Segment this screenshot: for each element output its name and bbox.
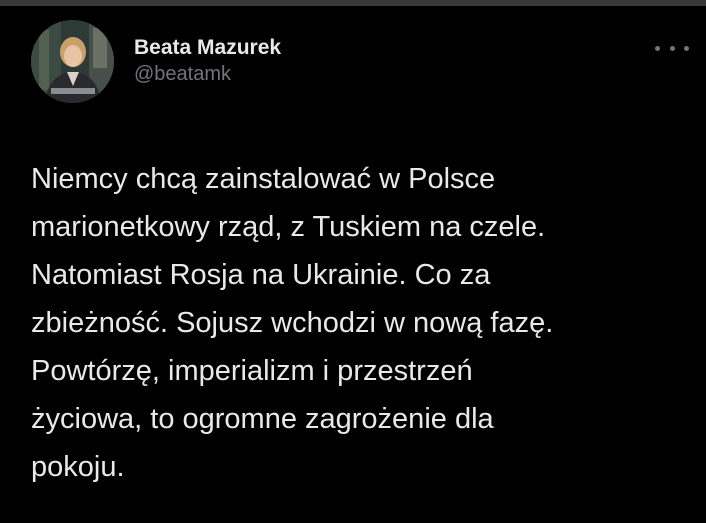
tweet-text-line: Niemcy chcą zainstalować w Polsce — [31, 163, 496, 195]
tweet-text-line: życiowa, to ogromne zagrożenie dla — [31, 403, 494, 435]
author-handle[interactable]: @beatamk — [134, 61, 281, 87]
more-options-icon[interactable] — [655, 40, 689, 56]
tweet-text: Niemcy chcą zainstalować w Polsce marion… — [31, 155, 691, 491]
more-dot — [684, 45, 689, 51]
tweet-text-line: Natomiast Rosja na Ukrainie. Co za — [31, 259, 491, 291]
tweet-card: Beata Mazurek @beatamk Niemcy chcą zains… — [0, 6, 706, 523]
avatar[interactable] — [31, 20, 114, 103]
tweet-text-line: pokoju. — [31, 451, 125, 483]
profile-photo-icon — [31, 20, 114, 103]
more-dot — [669, 45, 675, 51]
more-dot — [655, 45, 660, 51]
tweet-text-line: Powtórzę, imperializm i przestrzeń — [31, 355, 473, 387]
tweet-text-line: marionetkowy rząd, z Tuskiem na czele. — [31, 211, 546, 243]
tweet-text-line: zbieżność. Sojusz wchodzi w nową fazę. — [31, 307, 554, 339]
author-block: Beata Mazurek @beatamk — [134, 36, 281, 87]
author-display-name[interactable]: Beata Mazurek — [134, 36, 281, 60]
